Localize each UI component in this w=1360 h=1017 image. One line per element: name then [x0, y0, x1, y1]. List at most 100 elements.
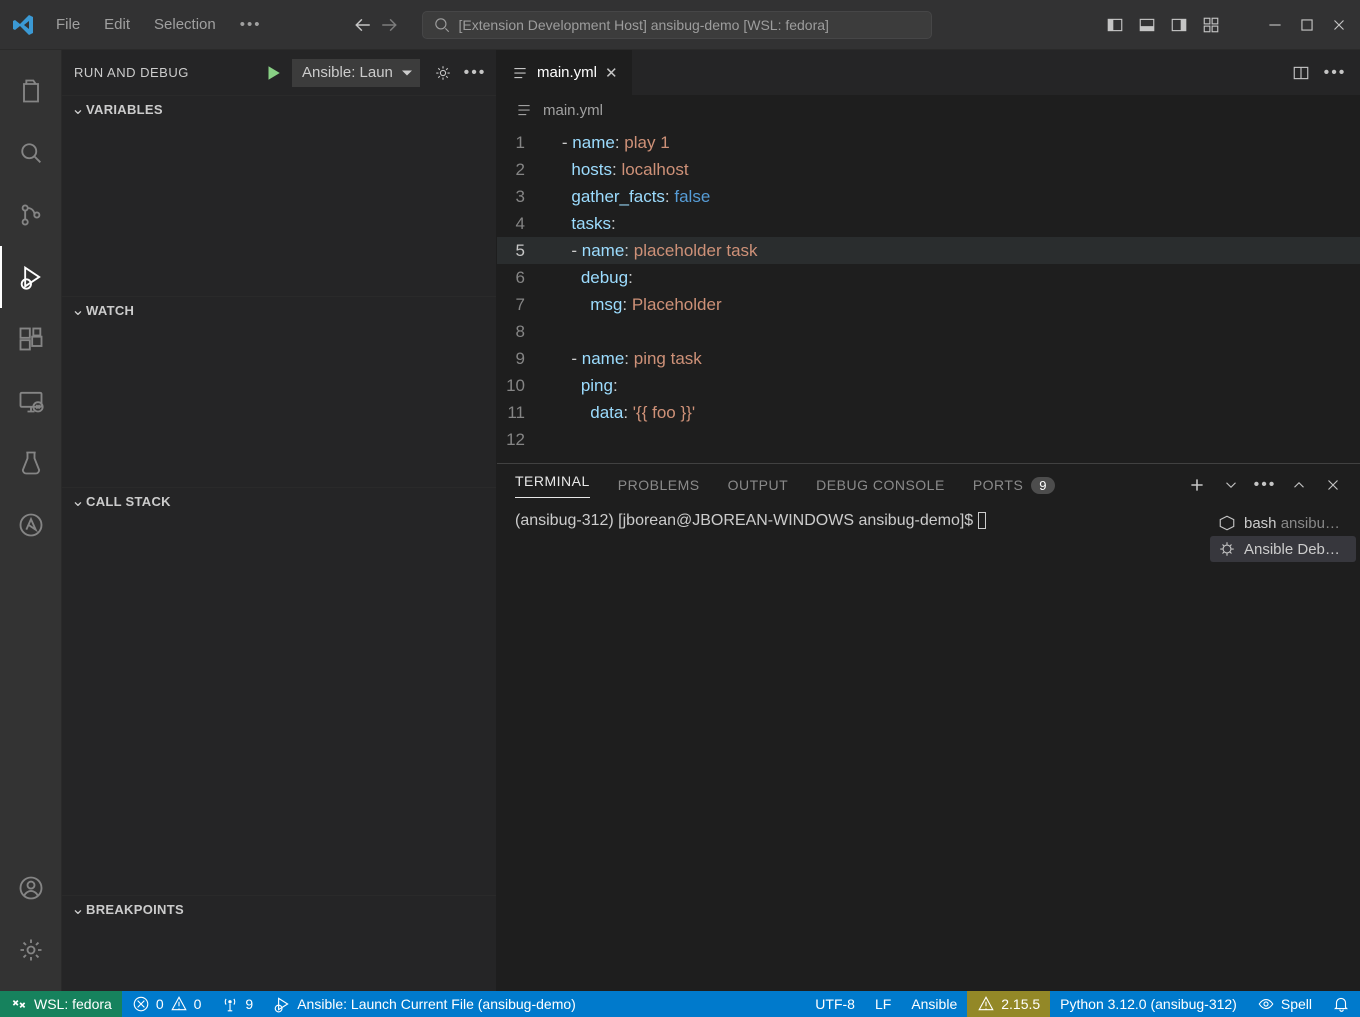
code-line[interactable]: 8 [497, 318, 1360, 345]
activity-explorer-icon[interactable] [0, 60, 62, 122]
nav-back-icon[interactable] [354, 16, 372, 34]
section-variables[interactable]: ⌄VARIABLES [62, 96, 496, 122]
status-python[interactable]: Python 3.12.0 (ansibug-312) [1050, 991, 1247, 1017]
status-eol[interactable]: LF [865, 991, 901, 1017]
debug-more-icon[interactable]: ••• [466, 64, 484, 82]
activity-accounts-icon[interactable] [0, 857, 62, 919]
status-notifications[interactable] [1322, 991, 1360, 1017]
status-ansible-lint[interactable]: 2.15.5 [967, 991, 1050, 1017]
code-line[interactable]: 11 data: '{{ foo }}' [497, 399, 1360, 426]
window-close-icon[interactable] [1330, 16, 1348, 34]
line-number: 2 [497, 156, 543, 183]
code-editor[interactable]: 1 - name: play 12 hosts: localhost3 gath… [497, 125, 1360, 463]
code-line[interactable]: 5 - name: placeholder task [497, 237, 1360, 264]
panel-tab-output[interactable]: OUTPUT [728, 477, 789, 493]
activity-remote-explorer-icon[interactable] [0, 370, 62, 432]
activity-run-debug-icon[interactable] [0, 246, 62, 308]
activity-extensions-icon[interactable] [0, 308, 62, 370]
code-line[interactable]: 6 debug: [497, 264, 1360, 291]
tab-title: main.yml [537, 64, 597, 81]
breadcrumb[interactable]: main.yml [497, 95, 1360, 125]
activity-testing-icon[interactable] [0, 432, 62, 494]
line-number: 7 [497, 291, 543, 318]
activity-scm-icon[interactable] [0, 184, 62, 246]
panel-tab-problems[interactable]: PROBLEMS [618, 477, 700, 493]
status-bar: WSL: fedora 00 9 Ansible: Launch Current… [0, 991, 1360, 1017]
code-line[interactable]: 1 - name: play 1 [497, 129, 1360, 156]
menu-edit[interactable]: Edit [92, 10, 142, 39]
window-minimize-icon[interactable] [1266, 16, 1284, 34]
error-icon [132, 995, 150, 1013]
line-number: 3 [497, 183, 543, 210]
status-spell[interactable]: Spell [1247, 991, 1322, 1017]
terminal-output[interactable]: (ansibug-312) [jborean@JBOREAN-WINDOWS a… [497, 506, 1206, 967]
activity-bar [0, 50, 62, 991]
code-line[interactable]: 7 msg: Placeholder [497, 291, 1360, 318]
toggle-primary-sidebar-icon[interactable] [1106, 16, 1124, 34]
bottom-panel: TERMINAL PROBLEMS OUTPUT DEBUG CONSOLE P… [497, 463, 1360, 967]
panel-tab-debugconsole[interactable]: DEBUG CONSOLE [816, 477, 945, 493]
close-tab-icon[interactable]: ✕ [605, 64, 618, 82]
status-problems[interactable]: 00 [122, 991, 212, 1017]
toggle-secondary-sidebar-icon[interactable] [1170, 16, 1188, 34]
toggle-panel-icon[interactable] [1138, 16, 1156, 34]
layout-controls [1106, 16, 1356, 34]
window-maximize-icon[interactable] [1298, 16, 1316, 34]
status-ports[interactable]: 9 [211, 991, 263, 1017]
editor-tabs: main.yml ✕ ••• [497, 50, 1360, 95]
new-terminal-icon[interactable] [1188, 476, 1206, 494]
editor-area: main.yml ✕ ••• main.yml 1 - name: play 1… [497, 50, 1360, 991]
debug-settings-icon[interactable] [434, 64, 452, 82]
warning-icon [170, 995, 188, 1013]
split-editor-icon[interactable] [1292, 64, 1310, 82]
title-bar: File Edit Selection ••• [Extension Devel… [0, 0, 1360, 50]
section-breakpoints[interactable]: ⌄BREAKPOINTS [62, 896, 496, 922]
code-line[interactable]: 12 [497, 426, 1360, 453]
start-debug-button[interactable] [262, 62, 284, 84]
menu-more-icon[interactable]: ••• [228, 10, 274, 39]
code-line[interactable]: 9 - name: ping task [497, 345, 1360, 372]
editor-tab[interactable]: main.yml ✕ [497, 50, 633, 95]
panel-tab-ports[interactable]: PORTS9 [973, 477, 1055, 494]
file-icon [511, 64, 529, 82]
search-icon [433, 16, 451, 34]
terminal-list: bash ansibu… Ansible Deb… [1206, 506, 1360, 967]
activity-search-icon[interactable] [0, 122, 62, 184]
status-debug-launch[interactable]: Ansible: Launch Current File (ansibug-de… [263, 991, 586, 1017]
command-center[interactable]: [Extension Development Host] ansibug-dem… [422, 11, 932, 39]
customize-layout-icon[interactable] [1202, 16, 1220, 34]
code-line[interactable]: 4 tasks: [497, 210, 1360, 237]
menu-file[interactable]: File [44, 10, 92, 39]
run-debug-panel: RUN AND DEBUG Ansible: Laun ••• ⌄VARIABL… [62, 50, 497, 991]
line-number: 8 [497, 318, 543, 345]
nav-forward-icon[interactable] [380, 16, 398, 34]
code-line[interactable]: 2 hosts: localhost [497, 156, 1360, 183]
menu-selection[interactable]: Selection [142, 10, 228, 39]
panel-tab-terminal[interactable]: TERMINAL [515, 473, 590, 498]
editor-more-icon[interactable]: ••• [1326, 64, 1344, 82]
line-number: 4 [497, 210, 543, 237]
debug-config-select[interactable]: Ansible: Laun [292, 59, 420, 87]
line-number: 9 [497, 345, 543, 372]
panel-close-icon[interactable] [1324, 476, 1342, 494]
ports-badge: 9 [1031, 477, 1054, 494]
section-watch[interactable]: ⌄WATCH [62, 297, 496, 323]
line-number: 1 [497, 129, 543, 156]
line-number: 11 [497, 399, 543, 426]
status-encoding[interactable]: UTF-8 [805, 991, 865, 1017]
activity-settings-icon[interactable] [0, 919, 62, 981]
status-remote[interactable]: WSL: fedora [0, 991, 122, 1017]
panel-maximize-icon[interactable] [1290, 476, 1308, 494]
bash-icon [1218, 514, 1236, 532]
terminal-item-bash[interactable]: bash ansibu… [1210, 510, 1356, 536]
terminal-item-ansible-debug[interactable]: Ansible Deb… [1210, 536, 1356, 562]
terminal-cursor [978, 512, 986, 529]
activity-ansible-icon[interactable] [0, 494, 62, 556]
status-language[interactable]: Ansible [901, 991, 967, 1017]
terminal-dropdown-icon[interactable] [1222, 476, 1240, 494]
panel-more-icon[interactable]: ••• [1256, 476, 1274, 494]
code-line[interactable]: 10 ping: [497, 372, 1360, 399]
code-line[interactable]: 3 gather_facts: false [497, 183, 1360, 210]
section-callstack[interactable]: ⌄CALL STACK [62, 488, 496, 514]
line-number: 12 [497, 426, 543, 453]
